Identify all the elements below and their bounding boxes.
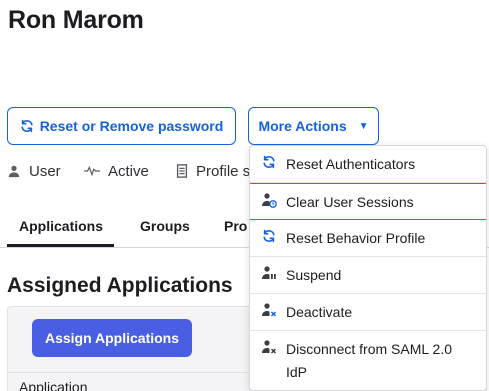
meta-type-label: User [29,162,61,180]
meta-type: User [7,163,61,180]
menu-item-label: Clear User Sessions [286,194,414,210]
user-x-icon [261,302,277,318]
page-title: Ron Marom [8,6,144,34]
reset-password-label: Reset or Remove password [39,118,224,134]
more-actions-button[interactable]: More Actions ▼ [248,107,379,145]
column-header-application[interactable]: Application [19,379,88,391]
document-icon [176,164,188,178]
menu-item-deactivate[interactable]: Deactivate [250,294,486,331]
active-tab-indicator [7,244,114,247]
menu-item-label: Suspend [286,267,342,283]
menu-item-reset-authenticators[interactable]: Reset Authenticators [250,146,486,183]
tab-applications[interactable]: Applications [19,218,103,234]
more-actions-menu: Reset Authenticators Clear User Sessions… [249,145,487,391]
menu-item-label: Deactivate [286,304,353,320]
reset-password-button[interactable]: Reset or Remove password [7,107,236,145]
activity-icon [84,165,100,177]
refresh-icon [261,228,277,244]
menu-item-label: Reset Authenticators [286,156,416,172]
section-title: Assigned Applications [7,274,233,297]
menu-item-label: Disconnect from SAML 2.0 IdP [286,341,452,380]
menu-item-reset-behavior-profile[interactable]: Reset Behavior Profile [250,220,486,257]
caret-down-icon: ▼ [358,120,369,132]
meta-profile: Profile s [176,163,250,180]
user-disconnect-icon [261,339,277,355]
menu-item-suspend[interactable]: Suspend [250,257,486,294]
menu-item-label: Reset Behavior Profile [286,230,426,246]
meta-status-label: Active [108,162,149,180]
meta-status: Active [84,163,149,180]
menu-item-clear-user-sessions[interactable]: Clear User Sessions [250,183,486,220]
tab-groups[interactable]: Groups [140,218,190,234]
assign-applications-button[interactable]: Assign Applications [32,319,192,357]
tab-profile[interactable]: Pro [224,218,247,234]
refresh-icon [21,119,33,133]
more-actions-label: More Actions [258,118,347,134]
user-pause-icon [261,265,277,281]
refresh-icon [261,154,277,170]
menu-item-disconnect-saml[interactable]: Disconnect from SAML 2.0 IdP [250,331,486,390]
user-clock-icon [261,192,277,208]
meta-profile-label: Profile s [196,162,251,180]
user-icon [8,165,20,178]
